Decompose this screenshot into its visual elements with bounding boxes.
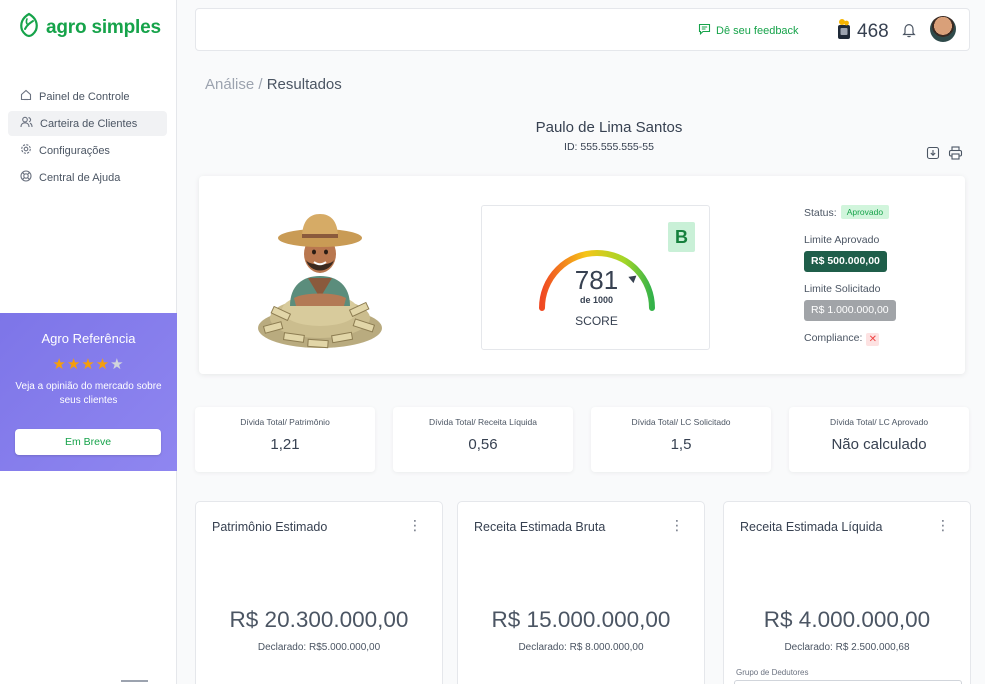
card-value: R$ 4.000.000,00 [763,607,931,632]
more-vertical-icon[interactable]: ⋮ [670,517,684,534]
user-avatar[interactable] [930,16,956,42]
score-gauge-panel: B 781 de 1000 SCORE [481,205,710,350]
score-label: SCORE [575,314,618,328]
breadcrumb: Análise / Resultados [205,76,342,93]
limit-approved-label: Limite Aprovado [804,234,880,246]
breadcrumb-current: Resultados [266,76,342,93]
sidebar-item-label: Painel de Controle [39,90,130,103]
bell-icon[interactable] [902,22,916,43]
star-empty-icon: ★ [110,356,125,373]
gear-icon [20,143,32,158]
star-rating: ★★★★★ [0,355,177,373]
scroll-indicator [121,680,148,682]
status-badge: Aprovado [840,205,890,219]
promo-text: Veja a opinião do mercado sobre seus cli… [15,381,162,406]
compliance-label: Compliance: [804,332,863,344]
report-tools [926,146,963,165]
card-declared: Declarado: R$ 8.000.000,00 [518,642,644,653]
card-value: R$ 20.300.000,00 [229,607,409,632]
limit-requested-label: Limite Solicitado [804,283,881,295]
score-max: de 1000 [579,295,614,305]
top-bar: Dê seu feedback 468 [195,8,970,51]
logo[interactable]: agro simples [18,12,161,43]
sidebar-item-label: Central de Ajuda [39,171,121,184]
receita-liquida-card: Receita Estimada Líquida ⋮ R$ 4.000.000,… [723,501,971,684]
sidebar-item-painel[interactable]: Painel de Controle [8,84,167,109]
farmer-illustration [254,206,386,356]
coin-balance[interactable]: 468 [836,18,889,45]
sidebar-item-label: Configurações [39,144,110,157]
promo-panel: Agro Referência ★★★★★ Veja a opinião do … [0,313,177,471]
leaf-logo-icon [18,12,40,43]
client-id: ID: 555.555.555-55 [564,141,654,153]
print-icon[interactable] [948,146,963,165]
feedback-link[interactable]: Dê seu feedback [698,23,799,38]
download-icon[interactable] [926,146,940,165]
coin-count: 468 [857,20,889,42]
metric-card: Dívida Total/ Patrimônio 1,21 [195,407,375,472]
dedutores-label: Grupo de Dedutores [736,668,809,677]
chat-icon [698,23,711,38]
star-icon: ★ [52,356,67,373]
receita-bruta-card: Receita Estimada Bruta ⋮ R$ 15.000.000,0… [457,501,705,684]
card-title: Patrimônio Estimado [212,520,328,534]
score-value: 781 [574,265,619,295]
metric-value: 0,56 [468,436,498,453]
metric-label: Dívida Total/ LC Aprovado [829,417,929,427]
metric-value: 1,5 [670,436,692,453]
breadcrumb-separator: / [254,76,267,93]
users-icon [20,116,33,131]
status-row: Status: Aprovado [804,205,890,219]
client-name: Paulo de Lima Santos [535,119,683,136]
breadcrumb-parent[interactable]: Análise [205,76,254,93]
star-icon: ★ [95,356,111,373]
sidebar-nav: Painel de Controle Carteira de Clientes … [8,84,167,192]
sidebar-item-carteira[interactable]: Carteira de Clientes [8,111,167,136]
coin-jar-icon [836,18,852,45]
more-vertical-icon[interactable]: ⋮ [408,517,422,534]
home-icon [20,89,32,104]
card-title: Receita Estimada Bruta [474,520,606,534]
promo-title: Agro Referência [41,331,136,346]
metric-label: Dívida Total/ Receita Líquida [428,417,538,427]
lifebuoy-icon [20,170,32,185]
card-value: R$ 15.000.000,00 [491,607,671,632]
card-title: Receita Estimada Líquida [740,520,883,534]
more-vertical-icon[interactable]: ⋮ [936,517,950,534]
metric-value: 1,21 [270,436,300,453]
sidebar: agro simples Painel de Controle Carteira… [0,0,177,684]
logo-text: agro simples [46,16,161,38]
metric-label: Dívida Total/ Patrimônio [240,417,330,427]
em-breve-button[interactable]: Em Breve [15,429,161,455]
sidebar-item-ajuda[interactable]: Central de Ajuda [8,165,167,190]
star-icon: ★ [81,356,96,373]
metric-value: Não calculado [831,436,927,453]
metric-label: Dívida Total/ LC Solicitado [631,417,731,427]
limit-approved-value: R$ 500.000,00 [804,251,887,272]
star-icon: ★ [66,356,82,373]
card-declared: Declarado: R$5.000.000,00 [257,642,381,653]
metric-card: Dívida Total/ Receita Líquida 0,56 [393,407,573,472]
feedback-label: Dê seu feedback [716,24,799,37]
sidebar-item-label: Carteira de Clientes [40,117,138,130]
dedutores-select[interactable] [734,680,962,684]
patrimonio-card: Patrimônio Estimado ⋮ R$ 20.300.000,00 D… [195,501,443,684]
compliance-row: Compliance: ✕ [804,332,880,346]
score-card: B 781 de 1000 SCORE Status: Aprovado Limi… [199,176,965,374]
card-declared: Declarado: R$ 2.500.000,68 [784,642,910,653]
limit-requested-value: R$ 1.000.000,00 [804,300,896,321]
status-label: Status: [804,207,837,219]
score-grade-badge: B [668,222,695,252]
sidebar-item-configuracoes[interactable]: Configurações [8,138,167,163]
metric-card: Dívida Total/ LC Solicitado 1,5 [591,407,771,472]
metric-card: Dívida Total/ LC Aprovado Não calculado [789,407,969,472]
compliance-fail-icon: ✕ [866,333,880,346]
